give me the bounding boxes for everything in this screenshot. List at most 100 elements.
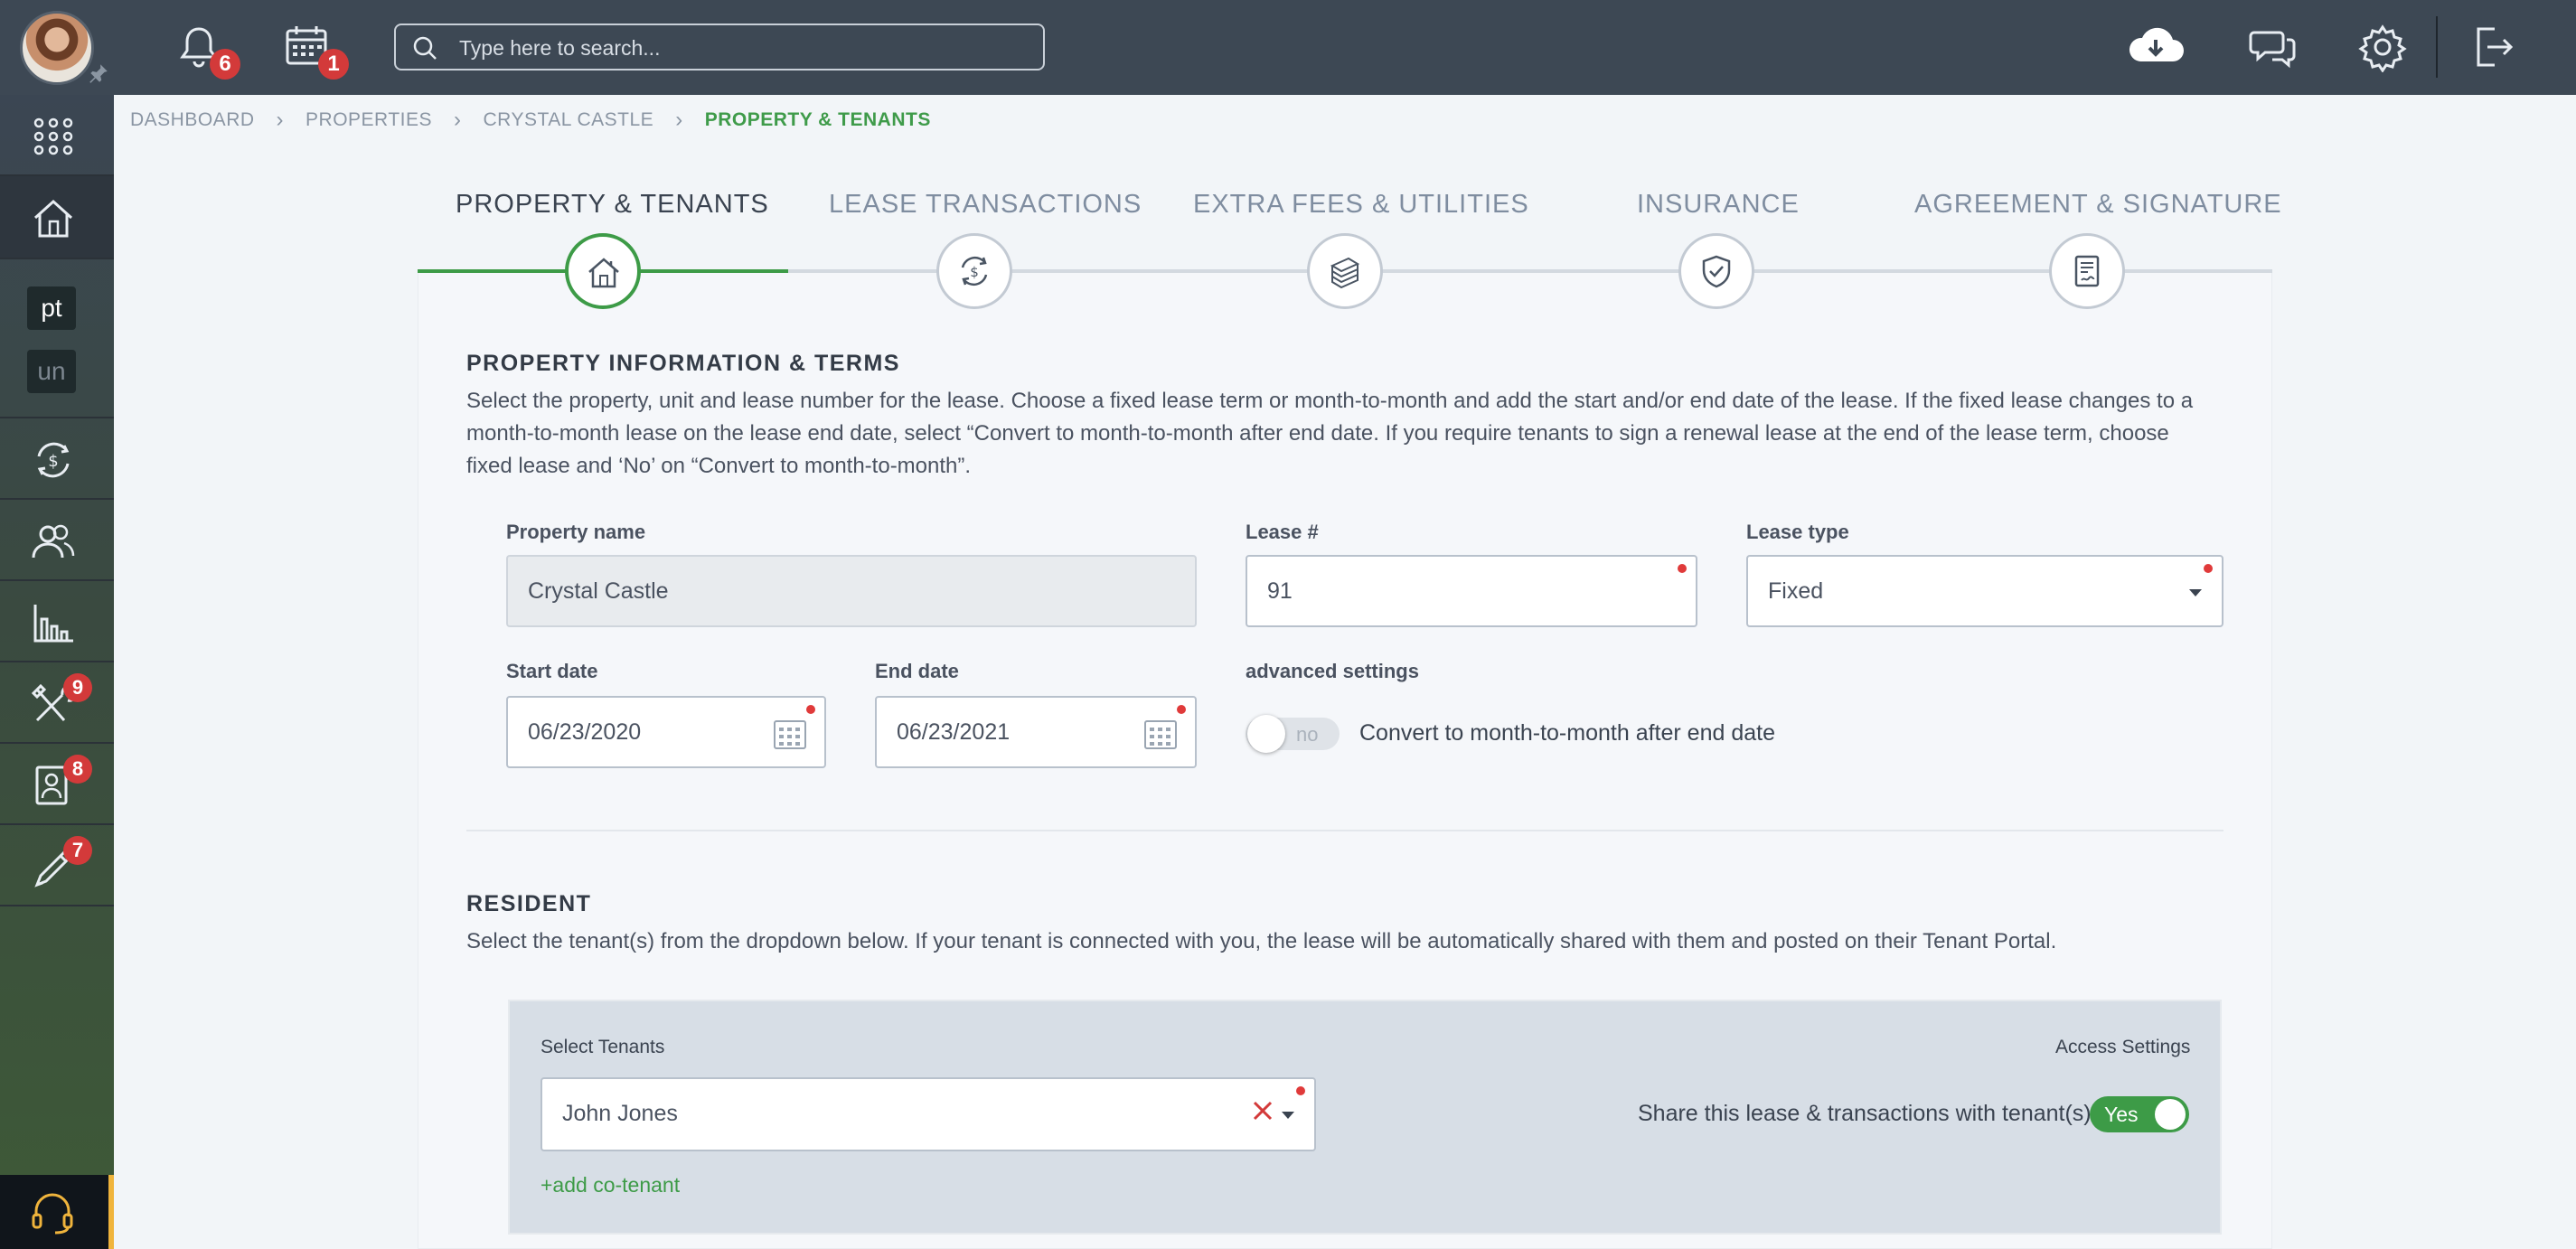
chevron-down-icon[interactable] xyxy=(1282,1112,1294,1119)
lease-number-value: 91 xyxy=(1267,578,1293,604)
chat-icon[interactable] xyxy=(2247,22,2298,72)
sidebar-chip-pt[interactable]: pt xyxy=(27,286,76,330)
required-indicator xyxy=(806,705,815,714)
step-lease-transactions[interactable]: $ xyxy=(936,233,1012,309)
toggle-state-text: no xyxy=(1296,723,1319,746)
headset-icon xyxy=(32,1193,73,1235)
sidebar-chip-un[interactable]: un xyxy=(27,350,76,393)
people-icon xyxy=(32,524,75,559)
chevron-right-icon: › xyxy=(454,108,462,132)
bar-chart-icon xyxy=(33,605,73,643)
required-indicator xyxy=(1678,564,1687,573)
search-icon xyxy=(413,36,437,60)
maintenance-badge: 9 xyxy=(63,673,92,702)
breadcrumb-properties[interactable]: PROPERTIES xyxy=(306,109,432,131)
required-indicator xyxy=(1296,1086,1305,1095)
start-date-field[interactable]: 06/23/2020 xyxy=(506,696,826,768)
support-button[interactable] xyxy=(0,1175,114,1249)
sidebar-item-properties[interactable] xyxy=(0,176,114,259)
breadcrumb-dashboard[interactable]: DASHBOARD xyxy=(130,109,255,131)
sidebar-item-maintenance[interactable]: 9 xyxy=(0,662,114,744)
step-agreement-signature[interactable] xyxy=(2049,233,2125,309)
tab-extra-fees-utilities[interactable]: EXTRA FEES & UTILITIES xyxy=(1193,190,1529,220)
end-date-field[interactable]: 06/23/2021 xyxy=(875,696,1197,768)
sidebar-item-contacts[interactable] xyxy=(0,500,114,581)
required-indicator xyxy=(2204,564,2213,573)
svg-text:$: $ xyxy=(48,452,58,471)
tab-agreement-signature[interactable]: AGREEMENT & SIGNATURE xyxy=(1914,190,2282,220)
tenant-select[interactable]: John Jones xyxy=(541,1077,1316,1151)
lease-number-label: Lease # xyxy=(1246,521,1319,543)
end-date-label: End date xyxy=(875,660,959,682)
logout-icon[interactable] xyxy=(2468,22,2518,72)
search-bar[interactable] xyxy=(394,23,1045,70)
lease-type-select[interactable]: Fixed xyxy=(1746,555,2223,627)
calendar-icon[interactable] xyxy=(772,716,808,752)
step-extra-fees-utilities[interactable] xyxy=(1307,233,1383,309)
convert-month-to-month-label: Convert to month-to-month after end date xyxy=(1359,720,1775,746)
user-avatar[interactable] xyxy=(20,11,94,85)
property-name-label: Property name xyxy=(506,521,646,543)
house-icon xyxy=(33,199,73,238)
add-cotenant-link[interactable]: +add co-tenant xyxy=(541,1173,680,1197)
dollar-cycle-icon: $ xyxy=(37,442,70,478)
section-description-property-info: Select the property, unit and lease numb… xyxy=(466,389,2194,478)
pin-icon[interactable] xyxy=(87,61,110,85)
apps-grid-icon xyxy=(33,117,73,155)
applicants-badge: 8 xyxy=(63,755,92,784)
calendar-badge: 1 xyxy=(318,49,349,80)
required-indicator xyxy=(1177,705,1186,714)
chevron-right-icon: › xyxy=(276,108,285,132)
chevron-down-icon xyxy=(2189,589,2202,596)
cloud-download-icon[interactable] xyxy=(2126,22,2186,72)
breadcrumb: DASHBOARD › PROPERTIES › CRYSTAL CASTLE … xyxy=(130,107,931,134)
property-name-value: Crystal Castle xyxy=(528,578,669,604)
calendar-icon[interactable] xyxy=(1142,716,1179,752)
settings-gear-icon[interactable] xyxy=(2357,22,2408,72)
end-date-value: 06/23/2021 xyxy=(897,719,1011,745)
dollar-cycle-icon: $ xyxy=(961,256,988,286)
advanced-settings-label: advanced settings xyxy=(1246,660,1419,682)
lease-type-value: Fixed xyxy=(1768,578,1824,604)
section-title-resident: RESIDENT xyxy=(466,891,592,916)
lease-number-field[interactable]: 91 xyxy=(1246,555,1697,627)
calendar-button[interactable]: 1 xyxy=(282,22,349,80)
sidebar-item-apps[interactable] xyxy=(0,95,114,176)
chevron-right-icon: › xyxy=(675,108,683,132)
share-lease-toggle[interactable]: Yes xyxy=(2090,1096,2189,1132)
toggle-knob xyxy=(2155,1099,2186,1130)
sidebar-item-tools[interactable]: 7 xyxy=(0,825,114,906)
sidebar-item-applicants[interactable]: 8 xyxy=(0,744,114,825)
tab-insurance[interactable]: INSURANCE xyxy=(1637,190,1800,220)
tools-badge: 7 xyxy=(63,836,92,865)
breadcrumb-current: PROPERTY & TENANTS xyxy=(704,109,931,130)
breadcrumb-crystal-castle[interactable]: CRYSTAL CASTLE xyxy=(484,109,654,131)
convert-month-to-month-toggle[interactable]: no xyxy=(1246,715,1340,753)
tab-property-tenants[interactable]: PROPERTY & TENANTS xyxy=(456,190,769,220)
start-date-value: 06/23/2020 xyxy=(528,719,642,745)
cash-stack-icon xyxy=(1330,257,1360,289)
select-tenants-label: Select Tenants xyxy=(541,1037,665,1057)
sidebar-chip-group: pt un xyxy=(0,259,114,418)
sidebar: pt un $ 9 8 7 xyxy=(0,95,114,1249)
topbar-divider xyxy=(2436,16,2438,78)
section-title-property-info: PROPERTY INFORMATION & TERMS xyxy=(466,351,900,376)
notifications-button[interactable]: 6 xyxy=(174,22,240,80)
tab-lease-transactions[interactable]: LEASE TRANSACTIONS xyxy=(829,190,1142,220)
property-name-field: Crystal Castle xyxy=(506,555,1197,627)
section-divider xyxy=(466,830,2223,831)
lease-type-label: Lease type xyxy=(1746,521,1849,543)
toggle-state-text: Yes xyxy=(2104,1103,2139,1126)
document-signature-icon xyxy=(2074,255,2100,287)
step-property-tenants[interactable] xyxy=(565,233,641,309)
lease-stepper: PROPERTY & TENANTS LEASE TRANSACTIONS EX… xyxy=(418,181,2281,309)
sidebar-item-reports[interactable] xyxy=(0,581,114,662)
sidebar-item-transactions[interactable]: $ xyxy=(0,418,114,500)
notifications-badge: 6 xyxy=(210,49,240,80)
search-input[interactable] xyxy=(459,33,1020,62)
step-insurance[interactable] xyxy=(1678,233,1754,309)
clear-icon[interactable] xyxy=(1251,1099,1274,1122)
house-icon xyxy=(588,258,619,288)
start-date-label: Start date xyxy=(506,660,598,682)
tenant-value: John Jones xyxy=(562,1101,678,1126)
